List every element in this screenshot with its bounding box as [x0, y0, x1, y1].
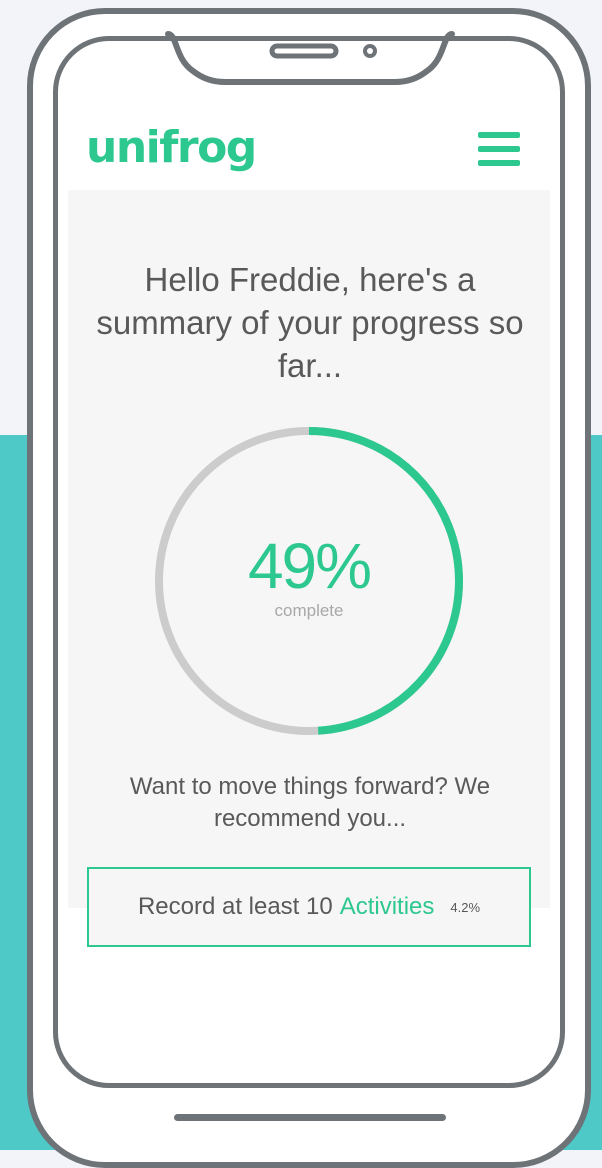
progress-caption: complete: [274, 601, 344, 620]
task-percent: 4.2%: [450, 899, 481, 915]
recommended-task-card[interactable]: Record at least 10 Activities 4.2%: [87, 867, 531, 947]
greeting-heading: Hello Freddie, here's a summary of your …: [96, 261, 524, 384]
hamburger-menu-icon-line: [478, 146, 520, 152]
progress-percent: 49%: [247, 530, 372, 602]
phone-notch: [165, 31, 455, 85]
menu-button[interactable]: [478, 132, 520, 166]
task-text: Record at least 10: [137, 893, 333, 920]
activities-link[interactable]: Activities: [340, 893, 435, 921]
hamburger-menu-icon: [478, 132, 520, 138]
unifrog-logo[interactable]: unifrog: [86, 118, 257, 178]
hamburger-menu-icon-line: [478, 160, 520, 166]
recommendation-intro: Want to move things forward? We recommen…: [129, 773, 491, 832]
home-indicator: [174, 1114, 446, 1121]
